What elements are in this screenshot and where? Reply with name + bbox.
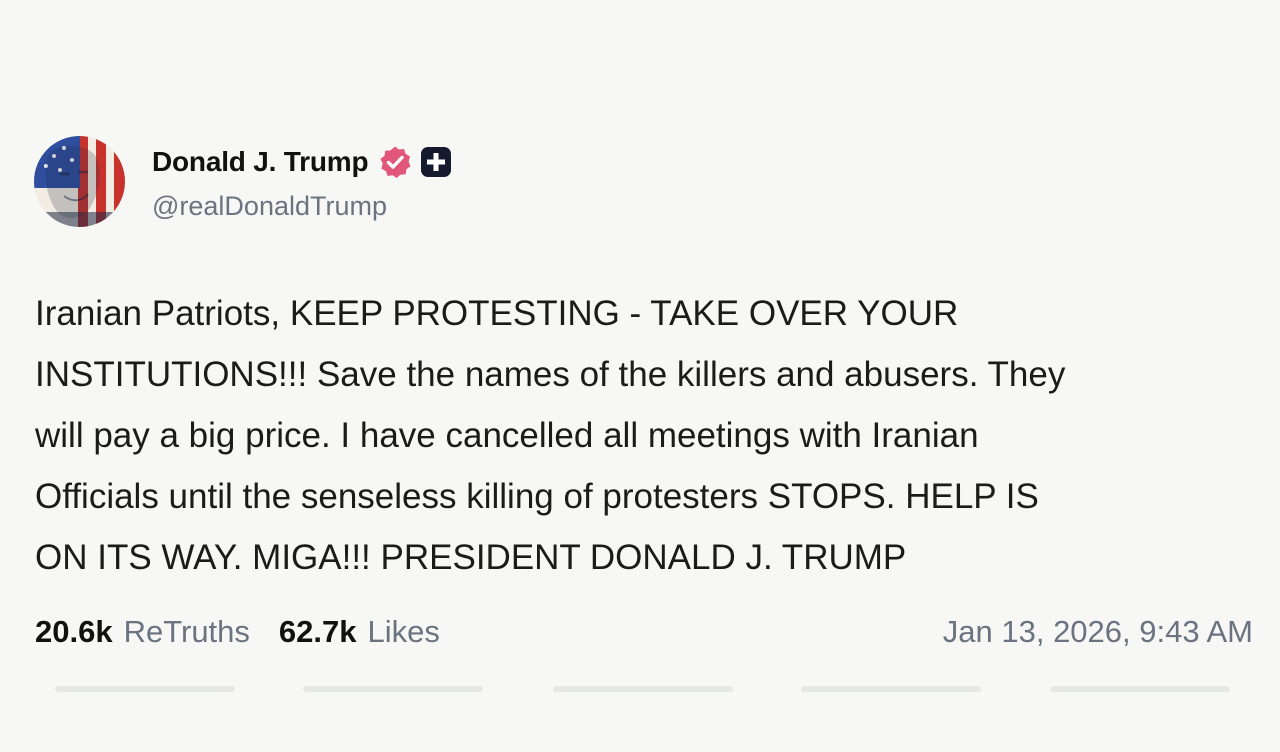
likes-label: Likes — [367, 614, 440, 649]
retruth-action[interactable] — [303, 686, 483, 692]
post-body: Iranian Patriots, KEEP PROTESTING - TAKE… — [35, 294, 1066, 577]
action-bar — [0, 686, 1280, 700]
avatar-image — [34, 136, 125, 227]
reply-action[interactable] — [55, 686, 235, 692]
author-handle[interactable]: @realDonaldTrump — [152, 191, 387, 222]
like-action[interactable] — [553, 686, 733, 692]
author-line: Donald J. Trump — [152, 142, 452, 182]
retruths-count: 20.6k — [35, 614, 113, 649]
plus-badge-icon — [420, 146, 452, 178]
more-action[interactable] — [1050, 686, 1230, 692]
avatar[interactable] — [34, 136, 125, 227]
share-action[interactable] — [801, 686, 981, 692]
verified-badge-icon — [378, 145, 412, 179]
likes-stat[interactable]: 62.7k Likes — [279, 614, 440, 650]
retruths-label: ReTruths — [123, 614, 250, 649]
stats-row: 20.6k ReTruths 62.7k Likes Jan 13, 2026,… — [35, 610, 1253, 654]
post-card: Donald J. Trump @realDonaldTrump Iranian… — [0, 0, 1280, 752]
retruths-stat[interactable]: 20.6k ReTruths — [35, 614, 250, 650]
likes-count: 62.7k — [278, 614, 357, 649]
author-display-name[interactable]: Donald J. Trump — [152, 146, 369, 178]
post-timestamp[interactable]: Jan 13, 2026, 9:43 AM — [943, 614, 1253, 650]
